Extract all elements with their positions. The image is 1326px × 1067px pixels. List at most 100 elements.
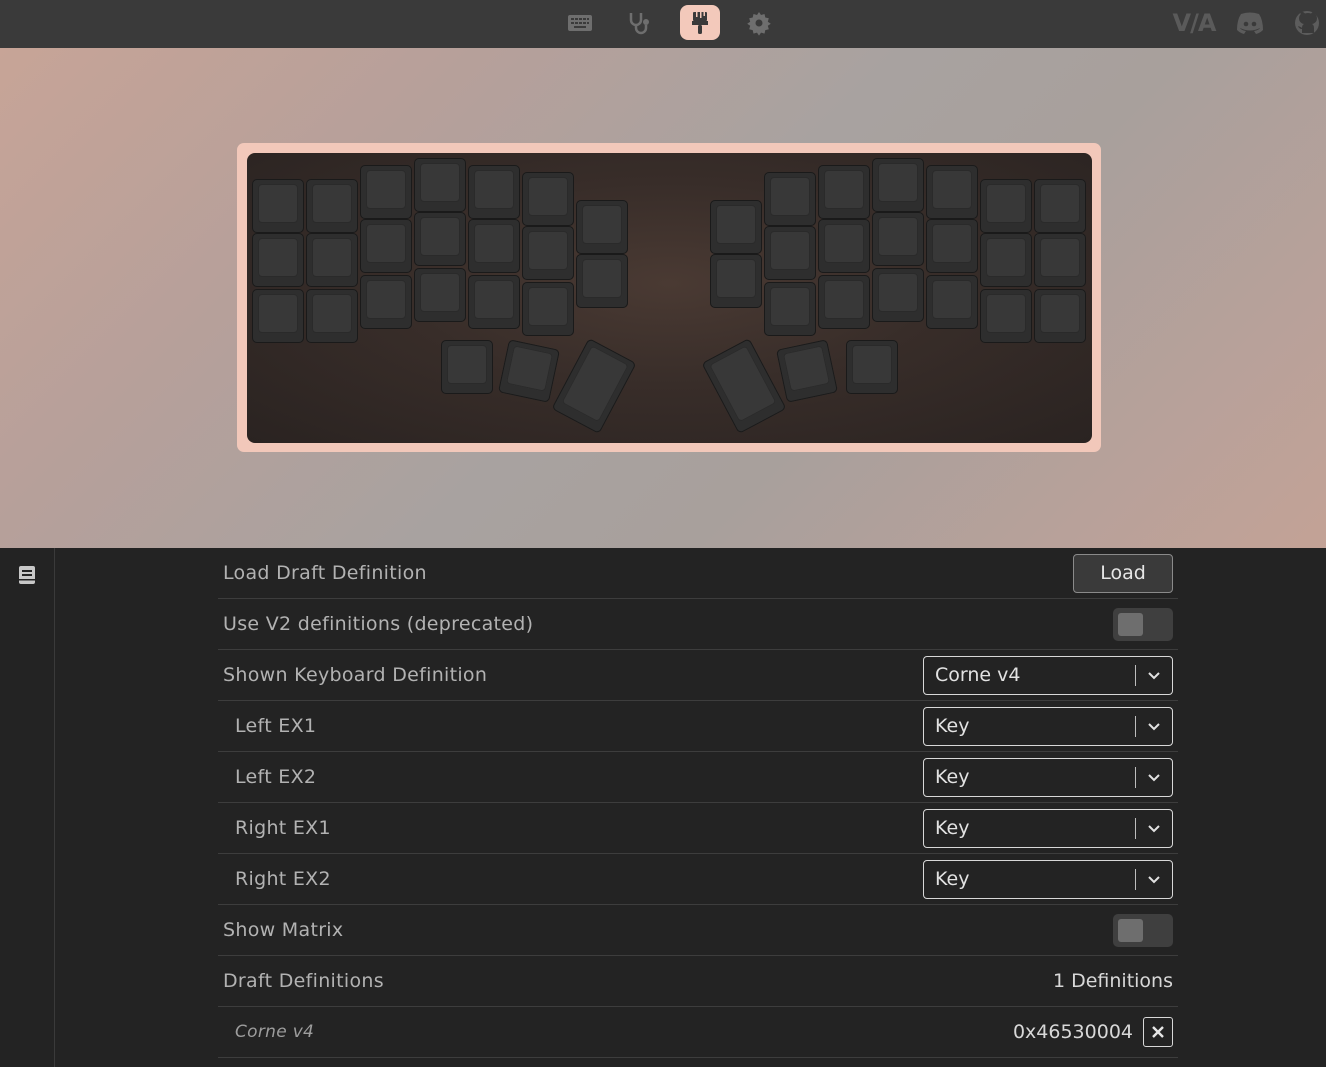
keyboard-plate [247, 153, 1092, 443]
keycap[interactable] [764, 172, 816, 226]
load-button[interactable]: Load [1073, 553, 1173, 593]
keycap[interactable] [764, 282, 816, 336]
gear-icon [747, 11, 771, 36]
show-matrix-toggle[interactable] [1113, 913, 1173, 947]
chevron-down-icon [1136, 823, 1172, 833]
discord-link[interactable] [1233, 7, 1267, 39]
keycap[interactable] [980, 179, 1032, 233]
keycap[interactable] [764, 226, 816, 280]
chevron-down-icon [1136, 721, 1172, 731]
chevron-down-icon [1136, 772, 1172, 782]
keyboard-case [237, 143, 1101, 452]
paintbrush-icon [692, 11, 708, 34]
keycap[interactable] [1034, 233, 1086, 287]
keyboard-stage [0, 48, 1326, 548]
sidebar [0, 548, 55, 1067]
keycap[interactable] [980, 233, 1032, 287]
load-draft-row: Load Draft Definition Load [218, 548, 1178, 599]
draft-definitions-label: Draft Definitions [223, 970, 384, 992]
right-ex1-row: Right EX1 Key [218, 803, 1178, 854]
right-ex2-row: Right EX2 Key [218, 854, 1178, 905]
keycap[interactable] [846, 340, 898, 394]
shown-definition-label: Shown Keyboard Definition [223, 664, 488, 686]
keycap[interactable] [872, 268, 924, 322]
keycap[interactable] [252, 233, 304, 287]
right-ex1-label: Right EX1 [235, 817, 331, 839]
keycap[interactable] [701, 338, 787, 434]
keycap[interactable] [360, 165, 412, 219]
toggle-knob [1118, 612, 1143, 636]
keycap[interactable] [872, 158, 924, 212]
keycap[interactable] [551, 338, 637, 434]
chevron-down-icon [1136, 874, 1172, 884]
right-ex1-select[interactable]: Key [923, 808, 1173, 848]
definition-name: Corne v4 [235, 1022, 315, 1042]
keycap[interactable] [926, 165, 978, 219]
use-v2-toggle[interactable] [1113, 607, 1173, 641]
keycap[interactable] [818, 165, 870, 219]
keycap[interactable] [441, 340, 493, 394]
keycap[interactable] [468, 165, 520, 219]
keycap[interactable] [414, 268, 466, 322]
keycap[interactable] [468, 219, 520, 273]
design-settings-panel: Load Draft Definition Load Use V2 defini… [218, 548, 1178, 1058]
keycap[interactable] [468, 275, 520, 329]
keycap[interactable] [1034, 289, 1086, 343]
keycap[interactable] [710, 200, 762, 254]
keycap[interactable] [926, 219, 978, 273]
keycap[interactable] [818, 275, 870, 329]
keycap[interactable] [360, 275, 412, 329]
via-logo[interactable]: V/A [1172, 7, 1217, 39]
keycap[interactable] [710, 254, 762, 308]
keycap[interactable] [306, 233, 358, 287]
key-tester-tab[interactable] [619, 5, 659, 40]
select-value: Corne v4 [935, 664, 1021, 686]
keycap[interactable] [872, 212, 924, 266]
keyboard-icon [568, 14, 592, 31]
stethoscope-icon [629, 12, 649, 34]
settings-tab[interactable] [739, 5, 779, 40]
left-ex2-row: Left EX2 Key [218, 752, 1178, 803]
right-ex2-select[interactable]: Key [923, 859, 1173, 899]
keycap[interactable] [980, 289, 1032, 343]
draft-definitions-row: Draft Definitions 1 Definitions [218, 956, 1178, 1007]
keycap[interactable] [414, 158, 466, 212]
github-link[interactable] [1292, 7, 1322, 39]
discord-icon [1237, 12, 1263, 34]
keycap[interactable] [576, 254, 628, 308]
keycap[interactable] [775, 339, 839, 403]
use-v2-label: Use V2 definitions (deprecated) [223, 613, 534, 635]
remove-definition-button[interactable] [1143, 1017, 1173, 1047]
keycap[interactable] [414, 212, 466, 266]
left-ex1-select[interactable]: Key [923, 706, 1173, 746]
keycap[interactable] [576, 200, 628, 254]
book-icon[interactable] [16, 564, 38, 586]
shown-definition-select[interactable]: Corne v4 [923, 655, 1173, 695]
keycap[interactable] [252, 179, 304, 233]
keycap[interactable] [1034, 179, 1086, 233]
select-value: Key [935, 868, 970, 890]
keycap[interactable] [818, 219, 870, 273]
definition-id: 0x46530004 [1012, 1021, 1133, 1043]
load-draft-label: Load Draft Definition [223, 562, 427, 584]
use-v2-row: Use V2 definitions (deprecated) [218, 599, 1178, 650]
keycap[interactable] [252, 289, 304, 343]
keycap[interactable] [497, 339, 561, 403]
keycap[interactable] [522, 226, 574, 280]
keycap[interactable] [360, 219, 412, 273]
chevron-down-icon [1136, 670, 1172, 680]
top-nav-bar: V/A [0, 0, 1326, 48]
keycap[interactable] [306, 289, 358, 343]
select-value: Key [935, 766, 970, 788]
design-tab[interactable] [680, 5, 720, 40]
keycap[interactable] [522, 282, 574, 336]
left-ex2-select[interactable]: Key [923, 757, 1173, 797]
toggle-knob [1118, 918, 1143, 942]
github-icon [1295, 11, 1319, 35]
keycap[interactable] [522, 172, 574, 226]
keycap[interactable] [926, 275, 978, 329]
select-value: Key [935, 715, 970, 737]
configure-keyboard-tab[interactable] [560, 5, 600, 40]
keycap[interactable] [306, 179, 358, 233]
definition-actions: 0x46530004 [1013, 1017, 1173, 1047]
